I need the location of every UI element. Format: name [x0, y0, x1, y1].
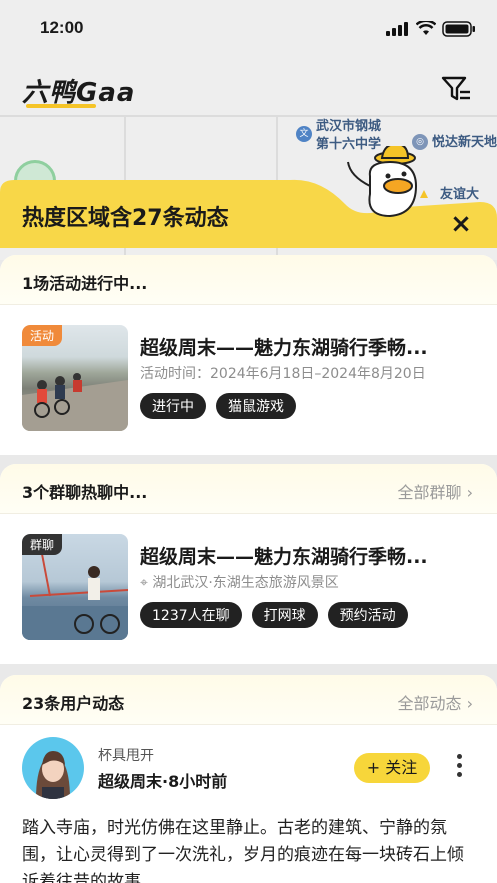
avatar[interactable]	[22, 737, 84, 799]
tag-game[interactable]: 猫鼠游戏	[216, 393, 296, 419]
group-thumbnail: 群聊	[22, 534, 128, 640]
sheet-title: 热度区域含27条动态	[22, 206, 229, 231]
activity-tags: 进行中 猫鼠游戏	[140, 393, 296, 419]
group-item[interactable]: 群聊 超级周末——魅力东湖骑行季畅... ⌖ 湖北武汉·东湖生态旅游风景区 12…	[0, 514, 497, 640]
status-time: 12:00	[40, 18, 84, 37]
all-groups-link[interactable]: 全部群聊 ›	[397, 479, 473, 503]
post-username[interactable]: 杯具甩开	[98, 745, 154, 765]
battery-icon	[442, 21, 475, 37]
groups-heading: 3个群聊热聊中...	[22, 483, 148, 502]
tag-tennis[interactable]: 打网球	[251, 602, 318, 628]
chevron-right-icon: ›	[466, 694, 473, 713]
close-button[interactable]: ×	[446, 210, 476, 240]
tag-book-activity[interactable]: 预约活动	[327, 602, 408, 628]
avatar-image	[36, 751, 70, 799]
activity-item[interactable]: 活动 超级周末——魅力东湖骑行季畅... 活动时间：2024年6月18日–202…	[0, 305, 497, 431]
tag-status[interactable]: 进行中	[140, 393, 206, 419]
feed-heading: 23条用户动态	[22, 694, 125, 713]
groups-card: 3个群聊热聊中... 全部群聊 › 群聊 超级周末——魅力东湖骑行季畅... ⌖…	[0, 464, 497, 664]
group-location-text: 湖北武汉·东湖生态旅游风景区	[152, 575, 339, 591]
post-meta: 超级周末·8小时前	[98, 772, 228, 791]
all-posts-label: 全部动态	[397, 694, 462, 713]
group-location: ⌖ 湖北武汉·东湖生态旅游风景区	[140, 572, 339, 592]
activity-badge: 活动	[22, 325, 63, 346]
more-options-icon[interactable]	[452, 750, 466, 786]
signal-icon	[386, 22, 408, 36]
all-posts-link[interactable]: 全部动态 ›	[397, 690, 473, 714]
status-bar: 12:00	[0, 0, 497, 58]
group-tags: 1237人在聊 打网球 预约活动	[140, 602, 408, 628]
activity-time: 活动时间：2024年6月18日–2024年8月20日	[140, 366, 426, 382]
feed-card: 23条用户动态 全部动态 › 杯具甩开 超级周末·8小时前 + 关注 踏入寺庙，…	[0, 675, 497, 883]
filter-icon[interactable]	[440, 74, 472, 104]
feed-header: 23条用户动态 全部动态 ›	[0, 675, 497, 725]
activity-thumbnail: 活动	[22, 325, 128, 431]
duck-mascot-icon	[347, 146, 428, 218]
group-title: 超级周末——魅力东湖骑行季畅...	[140, 546, 428, 568]
location-pin-icon: ⌖	[140, 575, 148, 591]
groups-header: 3个群聊热聊中... 全部群聊 ›	[0, 464, 497, 514]
chevron-right-icon: ›	[466, 483, 473, 502]
follow-button[interactable]: + 关注	[354, 753, 430, 783]
group-badge: 群聊	[22, 534, 63, 555]
activities-card: 1场活动进行中... 活动 超级周末——魅力东湖骑行季畅... 活动时间：202…	[0, 255, 497, 455]
tag-chatting[interactable]: 1237人在聊	[140, 602, 242, 628]
post-text: 踏入寺庙，时光仿佛在这里静止。古老的建筑、宁静的氛围，让心灵得到了一次洗礼，岁月…	[22, 818, 464, 883]
activity-title: 超级周末——魅力东湖骑行季畅...	[140, 337, 428, 359]
wifi-icon	[416, 21, 436, 35]
map-label: 武汉市钢城	[316, 119, 382, 134]
logo-underline	[26, 104, 96, 108]
school-icon: 文	[296, 126, 312, 142]
map-label: 悦达新天地	[432, 135, 497, 150]
app-header: 六鸭Gaa	[0, 62, 497, 116]
activities-heading: 1场活动进行中...	[22, 274, 148, 293]
activities-header: 1场活动进行中...	[0, 255, 497, 305]
all-groups-label: 全部群聊	[397, 483, 462, 502]
